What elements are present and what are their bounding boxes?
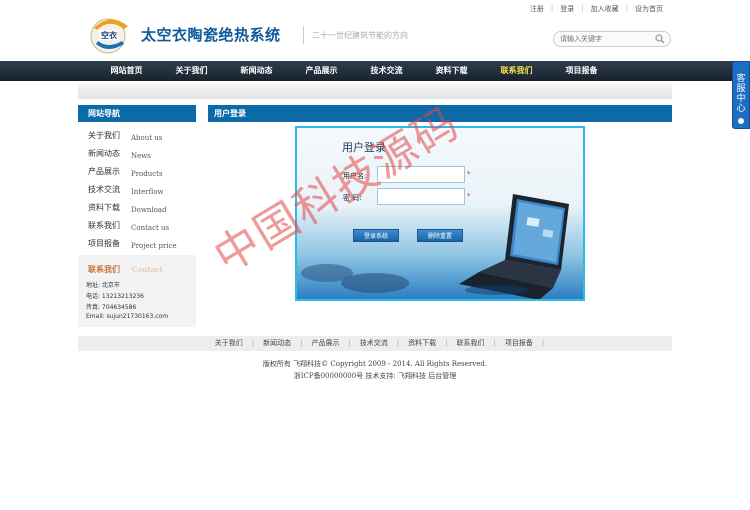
nav-about[interactable]: 关于我们 — [159, 61, 224, 81]
nav-download[interactable]: 资料下载 — [419, 61, 484, 81]
contact-heading-en: Contact — [132, 265, 163, 274]
username-input[interactable] — [377, 166, 465, 183]
left-nav-item-news[interactable]: 新闻动态 News — [88, 144, 177, 162]
search-input[interactable] — [554, 32, 650, 46]
nav-home[interactable]: 网站首页 — [94, 61, 159, 81]
nav-products[interactable]: 产品展示 — [289, 61, 354, 81]
add-favorite-link[interactable]: 加入收藏 — [584, 4, 626, 14]
left-nav-item-interflow[interactable]: 技术交流 Interflow — [88, 180, 177, 198]
svg-text:空衣: 空衣 — [101, 30, 117, 40]
left-nav-heading: 网站导航 — [78, 105, 196, 122]
username-label: 用户名: — [343, 172, 367, 180]
main-heading: 用户登录 — [208, 105, 672, 122]
title-divider — [303, 26, 304, 44]
footer-link-news[interactable]: 新闻动态 — [254, 336, 300, 351]
footer-link-download[interactable]: 资料下载 — [399, 336, 445, 351]
login-button[interactable]: 登录系统 — [353, 229, 399, 242]
left-nav-item-download[interactable]: 资料下载 Download — [88, 198, 177, 216]
customer-service-label: 客服中心 — [736, 74, 746, 114]
contact-heading: 联系我们 — [88, 265, 120, 274]
contact-phone: 电话: 13213213236 — [86, 293, 144, 300]
main-nav: 网站首页 关于我们 新闻动态 产品展示 技术交流 资料下载 联系我们 项目报备 — [0, 61, 750, 81]
left-nav-item-products[interactable]: 产品展示 Products — [88, 162, 177, 180]
set-homepage-link[interactable]: 设为首页 — [628, 4, 670, 14]
password-input[interactable] — [377, 188, 465, 205]
laptop-image — [459, 194, 569, 299]
login-title: 用户登录 — [342, 141, 386, 154]
company-logo[interactable]: 空衣 — [86, 14, 134, 56]
left-nav: 关于我们 About us 新闻动态 News 产品展示 Products 技术交流 I… — [88, 126, 177, 252]
login-panel: 用户登录 用户名: * 密 码: * 登录系统 删除重置 — [295, 126, 585, 301]
customer-service-tab[interactable]: 客服中心 — [732, 61, 750, 129]
expand-icon — [738, 118, 744, 124]
left-nav-item-contact[interactable]: 联系我们 Contact us — [88, 216, 177, 234]
contact-address: 地址: 北京市 — [86, 282, 120, 289]
copyright-text: 版权所有 飞翔科技© Copyright 2009 - 2014. All Ri… — [262, 360, 488, 368]
sub-bar — [78, 83, 672, 99]
footer-link-interflow[interactable]: 技术交流 — [351, 336, 397, 351]
nav-project[interactable]: 项目报备 — [549, 61, 614, 81]
contact-email: Email: sujun21730163.com — [86, 313, 169, 320]
top-links: 注册 | 登录 | 加入收藏 | 设为首页 — [523, 4, 670, 14]
icp-text: 浙ICP备00000000号 技术支持: 飞翔科技 后台管理 — [293, 372, 457, 380]
decor-stones — [301, 264, 409, 293]
site-slogan: 二十一世纪建筑节能的方向 — [312, 31, 408, 40]
left-nav-item-project[interactable]: 项目报备 Project price — [88, 234, 177, 252]
footer-link-project[interactable]: 项目报备 — [496, 336, 542, 351]
search-icon[interactable] — [655, 34, 665, 46]
contact-fax: 传真: 704634586 — [86, 304, 137, 311]
nav-news[interactable]: 新闻动态 — [224, 61, 289, 81]
footer-link-products[interactable]: 产品展示 — [302, 336, 348, 351]
footer-links-bar: 关于我们 | 新闻动态 | 产品展示 | 技术交流 | 资料下载 | 联系我们 | 项目报备… — [78, 336, 672, 351]
contact-panel: 联系我们 Contact 地址: 北京市 电话: 13213213236 传真:… — [78, 255, 196, 327]
footer-link-about[interactable]: 关于我们 — [206, 336, 252, 351]
site-title: 太空衣陶瓷绝热系统 — [141, 26, 281, 44]
register-link[interactable]: 注册 — [523, 4, 551, 14]
search-box — [553, 31, 671, 47]
left-nav-item-about[interactable]: 关于我们 About us — [88, 126, 177, 144]
nav-interflow[interactable]: 技术交流 — [354, 61, 419, 81]
footer-link-contact[interactable]: 联系我们 — [448, 336, 494, 351]
login-link[interactable]: 登录 — [553, 4, 581, 14]
nav-contact[interactable]: 联系我们 — [484, 61, 549, 81]
password-label: 密 码: — [343, 194, 362, 202]
password-required-mark: * — [467, 192, 471, 200]
username-required-mark: * — [467, 170, 471, 178]
reset-button[interactable]: 删除重置 — [417, 229, 463, 242]
